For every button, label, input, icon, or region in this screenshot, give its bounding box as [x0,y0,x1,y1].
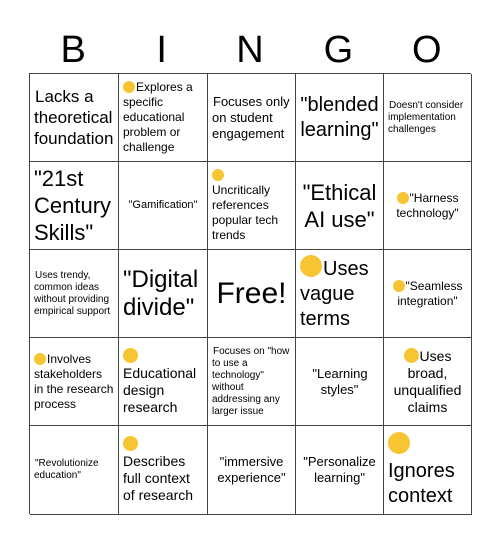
cell-text: Uses trendy, common ideas without provid… [34,269,111,317]
grimacing-face-icon [300,255,322,277]
bingo-cell[interactable]: Lacks a theoretical foundation [30,74,119,162]
cell-text: "Revolutionize education" [34,458,99,481]
grinning-face-icon [123,81,135,93]
bingo-cell[interactable]: Uses trendy, common ideas without provid… [30,250,119,338]
face-with-rolling-eyes-icon [396,191,409,204]
bingo-cell[interactable]: Explores a specific educational problem … [119,74,208,162]
cell-text: Doesn't consider implementation challeng… [388,99,464,135]
cell-text: "Learning styles" [312,365,368,397]
grinning-face-icon [123,436,138,451]
cell-text: Educational design research [123,364,197,415]
cell-text: "Personalize learning" [303,454,376,485]
grimacing-face-icon [403,347,419,363]
cell-text: Uncritically references popular tech tre… [212,183,279,242]
bingo-cell[interactable]: Doesn't consider implementation challeng… [384,74,472,162]
bingo-cell[interactable]: "Seamless integration" [384,250,472,338]
header-letter-n: N [236,29,264,71]
cell-text: "blended learning" [300,93,379,141]
cell-text: "21st Century Skills" [34,166,112,245]
face-with-rolling-eyes-icon [392,279,405,292]
bingo-cell[interactable]: "21st Century Skills" [30,162,119,250]
bingo-cell[interactable]: "Learning styles" [296,338,384,426]
cell-text: Lacks a theoretical foundation [34,87,114,148]
bingo-card-grid: Lacks a theoretical foundation Explores a… [29,73,472,515]
cell-text: Ignores context [388,459,455,507]
free-space-cell[interactable]: Free! [208,250,296,338]
bingo-header: B I N G O [29,30,471,70]
header-letter-i: I [156,29,167,71]
bingo-cell[interactable]: Ignores context [384,426,472,515]
bingo-cell[interactable]: "Digital divide" [119,250,208,338]
bingo-cell[interactable]: Focuses on "how to use a technology" wit… [208,338,296,426]
bingo-cell[interactable]: Uses broad, unqualified claims [384,338,472,426]
grimacing-face-icon [212,169,224,181]
header-letter-g: G [323,29,354,71]
cell-text: Free! [216,276,287,310]
cell-text: "Gamification" [128,199,198,211]
bingo-cell[interactable]: "Revolutionize education" [30,426,119,515]
grinning-face-icon [123,347,138,363]
bingo-cell[interactable]: "Harness technology" [384,162,472,250]
header-letter-o: O [412,29,442,71]
cell-text: Explores a specific educational problem … [123,80,193,154]
bingo-cell[interactable]: "Ethical AI use" [296,162,384,250]
cell-text: "Ethical AI use" [302,179,377,232]
header-letter-b: B [60,29,86,71]
cell-text: "immersive experience" [217,454,286,485]
bingo-cell[interactable]: "Gamification" [119,162,208,250]
cell-text: "Seamless integration" [397,278,463,308]
bingo-cell[interactable]: Uncritically references popular tech tre… [208,162,296,250]
bingo-cell[interactable]: Uses vague terms [296,250,384,338]
bingo-cell[interactable]: Describes full context of research [119,426,208,515]
bingo-cell[interactable]: "blended learning" [296,74,384,162]
grinning-face-icon [34,352,46,365]
grimacing-face-icon [388,431,410,454]
bingo-cell[interactable]: "immersive experience" [208,426,296,515]
cell-text: Involves stakeholders in the research pr… [34,351,114,411]
cell-text: Focuses on "how to use a technology" wit… [212,345,290,417]
cell-text: Focuses only on student engagement [212,93,290,141]
bingo-cell[interactable]: Involves stakeholders in the research pr… [30,338,119,426]
bingo-cell[interactable]: "Personalize learning" [296,426,384,515]
bingo-cell[interactable]: Focuses only on student engagement [208,74,296,162]
cell-text: "Digital divide" [123,265,199,321]
bingo-cell[interactable]: Educational design research [119,338,208,426]
cell-text: Describes full context of research [123,453,194,503]
